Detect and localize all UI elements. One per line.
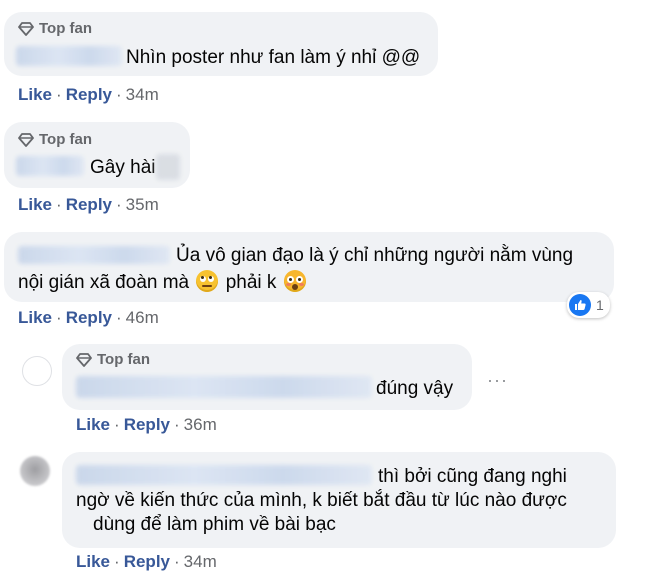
- diamond-icon: [18, 132, 34, 148]
- reaction-number: 1: [596, 297, 604, 313]
- avatar[interactable]: [20, 456, 50, 486]
- like-link[interactable]: Like: [18, 195, 52, 214]
- reply-link[interactable]: Reply: [66, 308, 112, 327]
- timestamp[interactable]: 34m: [184, 552, 217, 571]
- reply-actions: Like · Reply · 36m: [76, 415, 217, 434]
- comment-text-line: Ủa vô gian đạo là ý chỉ những người nằm …: [176, 245, 574, 266]
- reply-text-line: dùng để làm phim về bài bạc: [93, 514, 336, 535]
- timestamp[interactable]: 36m: [184, 415, 217, 434]
- more-options-icon[interactable]: ···: [487, 370, 508, 391]
- diamond-icon: [76, 352, 92, 368]
- like-link[interactable]: Like: [76, 552, 110, 571]
- top-fan-badge: Top fan: [18, 131, 92, 148]
- face-with-rolling-eyes-icon: [196, 270, 219, 292]
- author-name[interactable]: [16, 156, 84, 176]
- comment-text: phải k: [225, 272, 277, 293]
- blurred-text: [156, 154, 180, 180]
- top-fan-label: Top fan: [39, 131, 93, 148]
- author-name[interactable]: [76, 465, 372, 485]
- top-fan-badge: Top fan: [18, 20, 92, 37]
- comment-actions: Like · Reply · 35m: [18, 195, 159, 214]
- reaction-count[interactable]: 1: [567, 292, 610, 318]
- reply-link[interactable]: Reply: [66, 85, 112, 104]
- comment-actions: Like · Reply · 46m: [18, 308, 159, 327]
- comment-text: nội gián xã đoàn mà: [18, 272, 190, 293]
- diamond-icon: [18, 21, 34, 37]
- comment-actions: Like · Reply · 34m: [18, 85, 159, 104]
- top-fan-label: Top fan: [39, 20, 93, 37]
- author-name[interactable]: [16, 46, 122, 66]
- timestamp[interactable]: 34m: [126, 85, 159, 104]
- top-fan-badge: Top fan: [76, 351, 150, 368]
- flushed-face-icon: [283, 270, 306, 292]
- avatar[interactable]: [22, 356, 52, 386]
- reply-actions: Like · Reply · 34m: [76, 552, 217, 571]
- like-link[interactable]: Like: [18, 308, 52, 327]
- timestamp[interactable]: 46m: [126, 308, 159, 327]
- reply-link[interactable]: Reply: [66, 195, 112, 214]
- author-name[interactable]: [18, 246, 170, 264]
- author-name[interactable]: [76, 376, 372, 398]
- top-fan-label: Top fan: [97, 351, 151, 368]
- comment-text-line: nội gián xã đoàn mà phải k: [18, 269, 308, 297]
- reply-link[interactable]: Reply: [124, 415, 170, 434]
- reply-text: đúng vậy: [376, 378, 454, 399]
- comment-text: Gây hài: [90, 157, 156, 178]
- reply-link[interactable]: Reply: [124, 552, 170, 571]
- timestamp[interactable]: 35m: [126, 195, 159, 214]
- thumbs-up-icon: [569, 294, 591, 316]
- comment-text: Nhìn poster như fan làm ý nhỉ @@: [126, 47, 421, 68]
- like-link[interactable]: Like: [76, 415, 110, 434]
- like-link[interactable]: Like: [18, 85, 52, 104]
